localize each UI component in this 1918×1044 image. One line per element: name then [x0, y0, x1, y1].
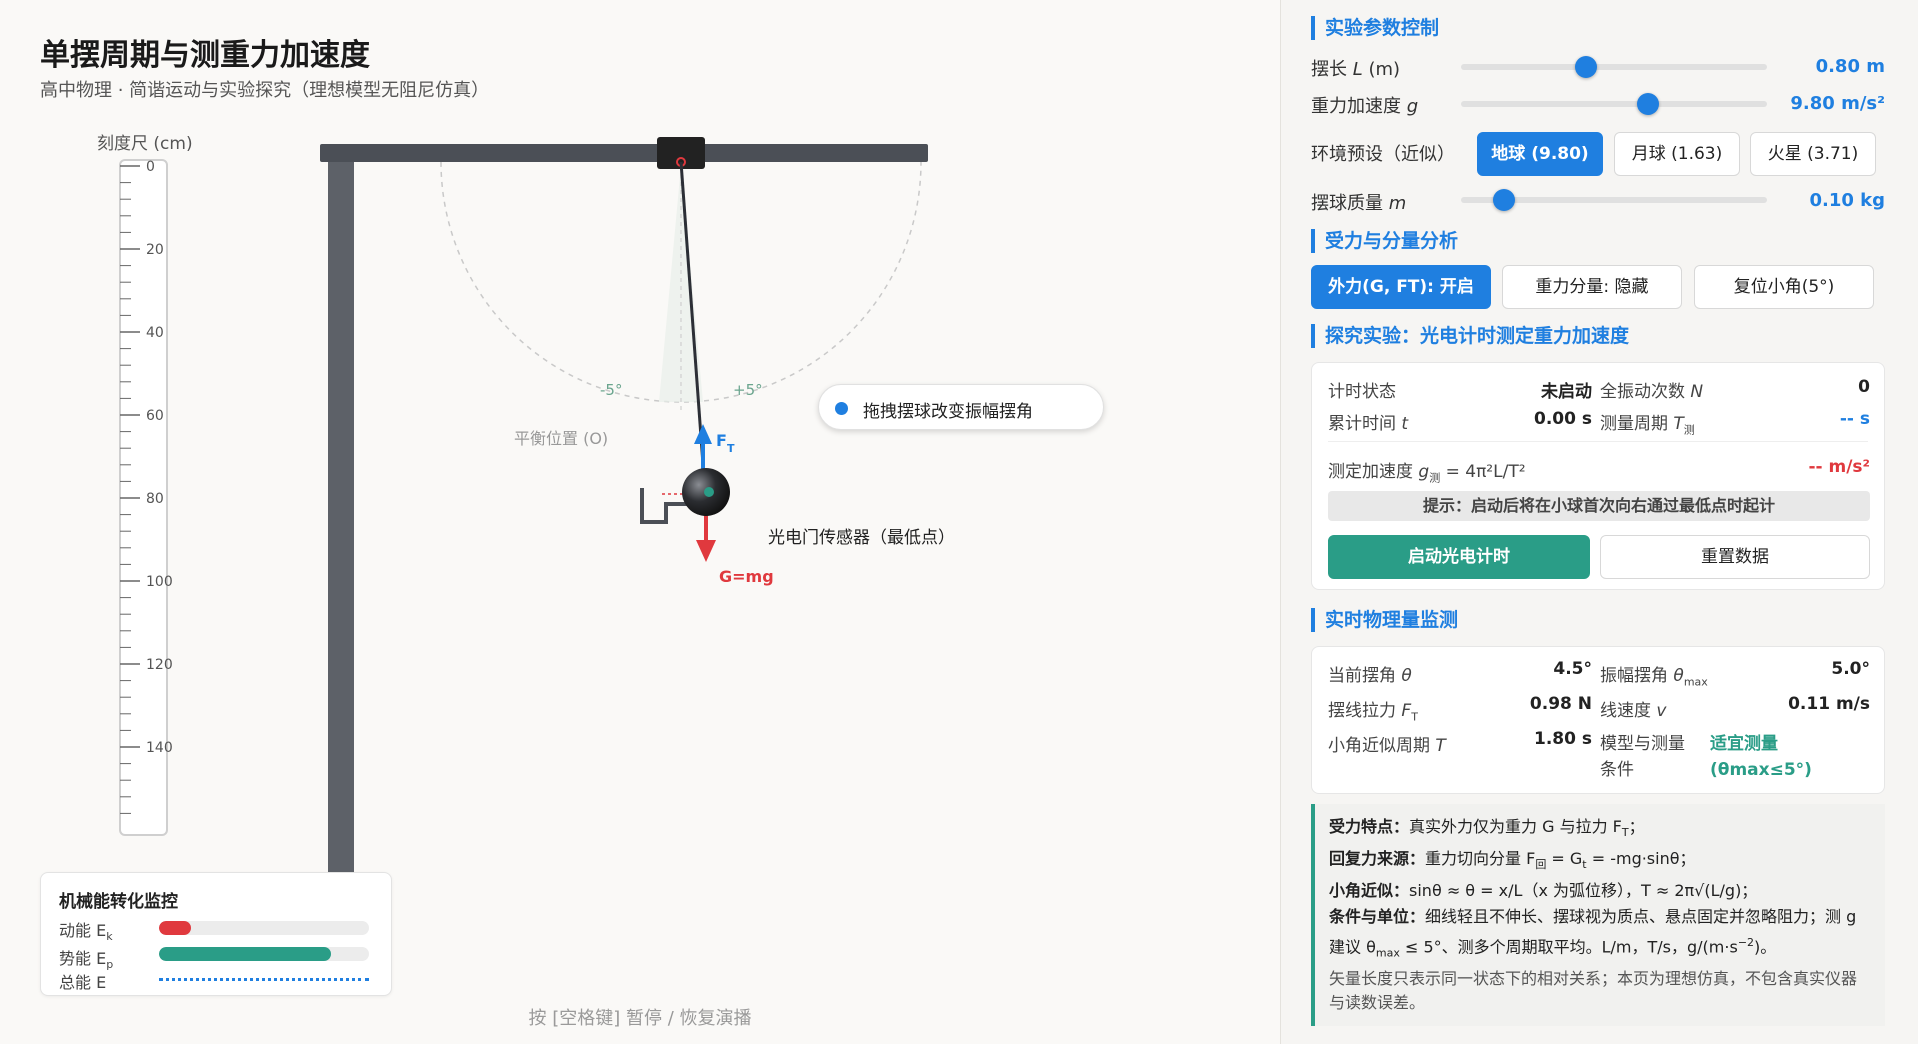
ruler-tick-label: 60 — [146, 408, 164, 424]
period-value: -- s — [1839, 409, 1870, 429]
condition-value: 适宜测量 (θmax≤5°) — [1710, 734, 1812, 780]
ruler-tick-label: 40 — [146, 325, 164, 341]
total-label: 总能 E — [59, 973, 107, 992]
start-timer-button[interactable]: 启动光电计时 — [1328, 535, 1590, 579]
gravity-slider-knob[interactable] — [1636, 93, 1659, 115]
small-angle-period-value: 1.80 s — [1534, 729, 1592, 749]
reset-angle-button[interactable]: 复位小角(5°) — [1694, 265, 1874, 309]
kinetic-label: 动能 Ek — [59, 921, 113, 944]
angle-mark-right: +5° — [733, 381, 763, 399]
length-label: 摆长 L (m) — [1311, 59, 1401, 80]
stand-beam — [320, 144, 928, 162]
mass-slider-knob[interactable] — [1492, 189, 1515, 211]
ruler-tick-label: 140 — [146, 740, 173, 756]
speed-value: 0.11 m/s — [1788, 694, 1870, 714]
section-experiment: 探究实验：光电计时测定重力加速度 — [1311, 324, 1629, 348]
time-label: 累计时间 t — [1328, 414, 1409, 434]
potential-label: 势能 Ep — [59, 949, 114, 972]
section-monitor: 实时物理量监测 — [1311, 608, 1458, 632]
kinetic-bar — [159, 921, 369, 935]
kinetic-fill — [159, 921, 191, 935]
ruler-tick-label: 100 — [146, 574, 173, 590]
drag-tip: 拖拽摆球改变振幅摆角 — [818, 384, 1104, 430]
total-energy-line — [159, 978, 369, 981]
amplitude-label: 振幅摆角 θmax — [1600, 666, 1708, 689]
tension-arrow-head — [694, 424, 712, 444]
preset-mars-button[interactable]: 火星 (3.71) — [1750, 132, 1876, 176]
ruler-tick-label: 0 — [146, 159, 155, 175]
amplitude-value: 5.0° — [1831, 659, 1870, 679]
ruler-tick-label: 20 — [146, 242, 164, 258]
string-tension-value: 0.98 N — [1529, 694, 1592, 714]
reset-data-button[interactable]: 重置数据 — [1600, 535, 1870, 579]
length-value: 0.80 m — [1815, 56, 1885, 77]
mass-slider[interactable] — [1461, 189, 1767, 211]
length-slider-knob[interactable] — [1575, 56, 1598, 78]
bob-marker — [704, 487, 714, 497]
gravity-value: 9.80 m/s² — [1790, 93, 1885, 114]
energy-monitor: 机械能转化监控 动能 Ek 势能 Ep 总能 E — [40, 872, 392, 996]
ruler-tick-label: 120 — [146, 657, 173, 673]
condition-label: 模型与测量 条件 — [1600, 734, 1685, 780]
note-restoring: 回复力来源：重力切向分量 F回 = Gt = -mg·sinθ； — [1329, 849, 1696, 872]
external-forces-toggle[interactable]: 外力(G, FT): 开启 — [1311, 265, 1491, 309]
divider — [1328, 441, 1868, 442]
count-label: 全振动次数 N — [1600, 382, 1704, 402]
simulation-panel: 单摆周期与测重力加速度 高中物理 · 简谐运动与实验探究（理想模型无阻尼仿真） … — [0, 0, 1280, 1044]
gravity-arrow-head — [696, 540, 716, 562]
stand-post — [328, 144, 354, 872]
physics-notes: 受力特点：真实外力仅为重力 G 与拉力 FT； 回复力来源：重力切向分量 F回 … — [1311, 804, 1885, 1026]
footer-hint: 按 [空格键] 暂停 / 恢复演播 — [528, 1008, 752, 1029]
angle-mark-left: -5° — [600, 381, 622, 399]
experiment-tip: 提示：启动后将在小球首次向右通过最低点时起计 — [1328, 491, 1870, 521]
gmeas-value: -- m/s² — [1808, 457, 1870, 477]
photogate-sensor — [640, 488, 688, 524]
string-tension-label: 摆线拉力 FT — [1328, 701, 1418, 724]
gravity-slider[interactable] — [1461, 93, 1767, 115]
timer-status-value: 未启动 — [1541, 382, 1592, 402]
note-conditions: 条件与单位：细线轻且不伸长、摆球视为质点、悬点固定并忽略阻力；测 g 建议 θm… — [1329, 907, 1857, 960]
potential-bar — [159, 947, 369, 961]
monitor-card: 当前摆角 θ 4.5° 振幅摆角 θmax 5.0° 摆线拉力 FT 0.98 … — [1311, 646, 1885, 794]
sensor-label: 光电门传感器（最低点） — [768, 528, 955, 548]
gravity-label: 重力加速度 g — [1311, 96, 1419, 117]
time-value: 0.00 s — [1534, 409, 1592, 429]
equilibrium-label: 平衡位置 (O) — [514, 429, 608, 448]
note-forces: 受力特点：真实外力仅为重力 G 与拉力 FT； — [1329, 817, 1645, 840]
section-params: 实验参数控制 — [1311, 16, 1439, 40]
preset-label: 环境预设（近似） — [1311, 144, 1455, 165]
period-label: 测量周期 T测 — [1600, 414, 1695, 437]
mass-label: 摆球质量 m — [1311, 193, 1407, 214]
angle-value: 4.5° — [1553, 659, 1592, 679]
control-panel: 实验参数控制 摆长 L (m) 0.80 m 重力加速度 g 9.80 m/s²… — [1280, 0, 1918, 1044]
gravity-label: G=mg — [719, 567, 774, 586]
angle-label: 当前摆角 θ — [1328, 666, 1412, 686]
note-small-angle: 小角近似：sinθ ≈ θ = x/L（x 为弧位移），T ≈ 2π√(L/g)… — [1329, 881, 1758, 901]
mass-value: 0.10 kg — [1809, 190, 1885, 211]
preset-moon-button[interactable]: 月球 (1.63) — [1614, 132, 1740, 176]
preset-earth-button[interactable]: 地球 (9.80) — [1477, 132, 1603, 176]
energy-title: 机械能转化监控 — [59, 892, 178, 912]
speed-label: 线速度 v — [1600, 701, 1667, 721]
timer-status-label: 计时状态 — [1328, 382, 1396, 402]
experiment-card: 计时状态 未启动 全振动次数 N 0 累计时间 t 0.00 s 测量周期 T测… — [1311, 362, 1885, 590]
tension-label: FT — [716, 431, 735, 455]
ruler-label: 刻度尺 (cm) — [97, 134, 193, 154]
components-toggle[interactable]: 重力分量: 隐藏 — [1502, 265, 1682, 309]
drag-tip-text: 拖拽摆球改变振幅摆角 — [863, 402, 1033, 422]
section-forces: 受力与分量分析 — [1311, 229, 1458, 253]
ruler-tick-label: 80 — [146, 491, 164, 507]
length-slider[interactable] — [1461, 56, 1767, 78]
potential-fill — [159, 947, 332, 961]
note-disclaimer: 矢量长度只表示同一状态下的相对关系；本页为理想仿真，不包含真实仪器与读数误差。 — [1329, 968, 1858, 1012]
small-angle-period-label: 小角近似周期 T — [1328, 736, 1446, 756]
gmeas-label: 测定加速度 g测 = 4π²L/T² — [1328, 462, 1526, 485]
info-dot-icon — [835, 402, 848, 415]
count-value: 0 — [1858, 377, 1870, 397]
